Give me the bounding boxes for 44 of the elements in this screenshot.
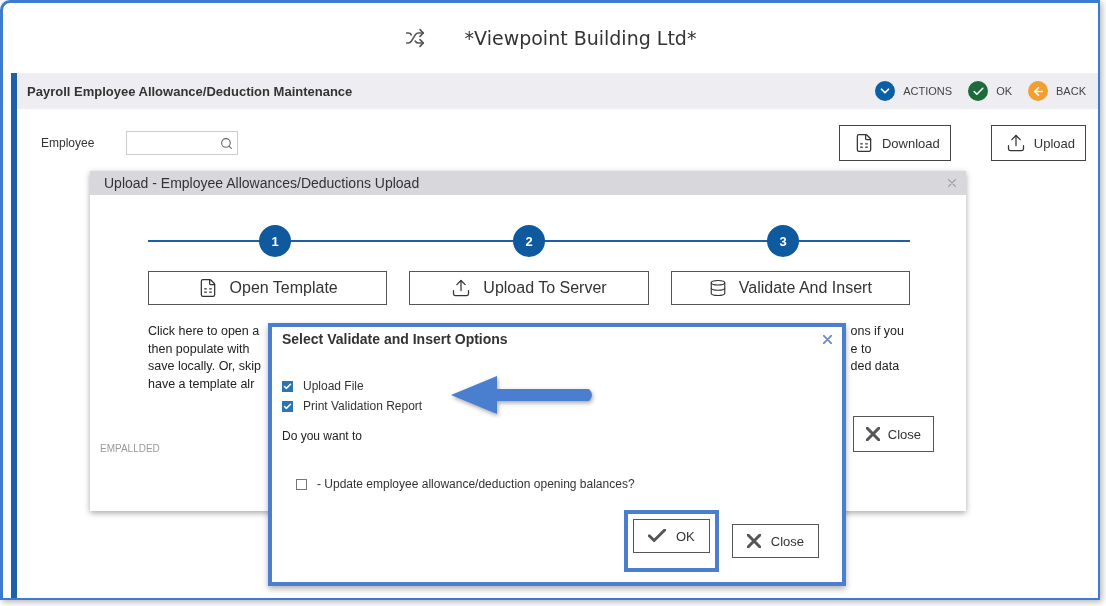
ok-action[interactable]: OK (968, 81, 1013, 101)
dialog-title: Select Validate and Insert Options (282, 331, 509, 347)
option-checkbox[interactable]: Print Validation Report (282, 399, 832, 413)
shuffle-icon[interactable] (404, 28, 425, 48)
upload-icon (451, 278, 472, 298)
step-button[interactable]: Validate And Insert (670, 271, 910, 305)
back-action[interactable]: BACK (1028, 81, 1086, 101)
page-title: Payroll Employee Allowance/Deduction Maintenance (27, 83, 354, 99)
close-icon (865, 427, 880, 441)
description-text: ons if you (850, 323, 904, 340)
close-button[interactable]: Close (852, 416, 934, 452)
employee-field[interactable] (126, 131, 239, 155)
option-checkbox[interactable]: - Update employee allowance/deduction opening balances? (296, 477, 832, 491)
download-button[interactable]: Download (838, 125, 951, 161)
database-icon (708, 279, 727, 297)
app-title: *Viewpoint Building Ltd* (464, 27, 697, 49)
step-number: 2 (513, 225, 545, 257)
search-icon[interactable] (220, 136, 234, 150)
step-number: 3 (767, 225, 799, 257)
form-code: EMPALLDED (100, 443, 160, 454)
dialog-title: Upload - Employee Allowances/Deductions Upload (104, 175, 421, 191)
employee-label: Employee (41, 136, 95, 150)
checkbox[interactable] (282, 380, 293, 392)
close-icon[interactable] (823, 334, 832, 344)
step-button[interactable]: Upload To Server (409, 271, 649, 305)
prompt-text: Do you want to (282, 429, 364, 443)
description-text: have a template alr (148, 375, 255, 393)
checkbox[interactable] (296, 478, 307, 490)
upload-icon (1005, 133, 1026, 153)
option-checkbox[interactable]: Upload File (282, 379, 832, 393)
check-icon (647, 529, 666, 543)
close-button[interactable]: Close (731, 524, 819, 558)
description-text: Click here to open a (148, 323, 260, 340)
description-text: ded data (850, 358, 900, 375)
actions-action[interactable]: ACTIONS (875, 81, 953, 101)
checkbox[interactable] (282, 400, 293, 412)
description-text: e to (850, 340, 872, 358)
close-icon (746, 534, 761, 548)
step-button[interactable]: Open Template (148, 271, 388, 305)
ok-button[interactable]: OK (632, 519, 710, 553)
description-text: then populate with (148, 340, 250, 358)
upload-button[interactable]: Upload (990, 125, 1086, 161)
description-text: save locally. Or, skip (148, 358, 261, 375)
step-number: 1 (259, 225, 291, 257)
